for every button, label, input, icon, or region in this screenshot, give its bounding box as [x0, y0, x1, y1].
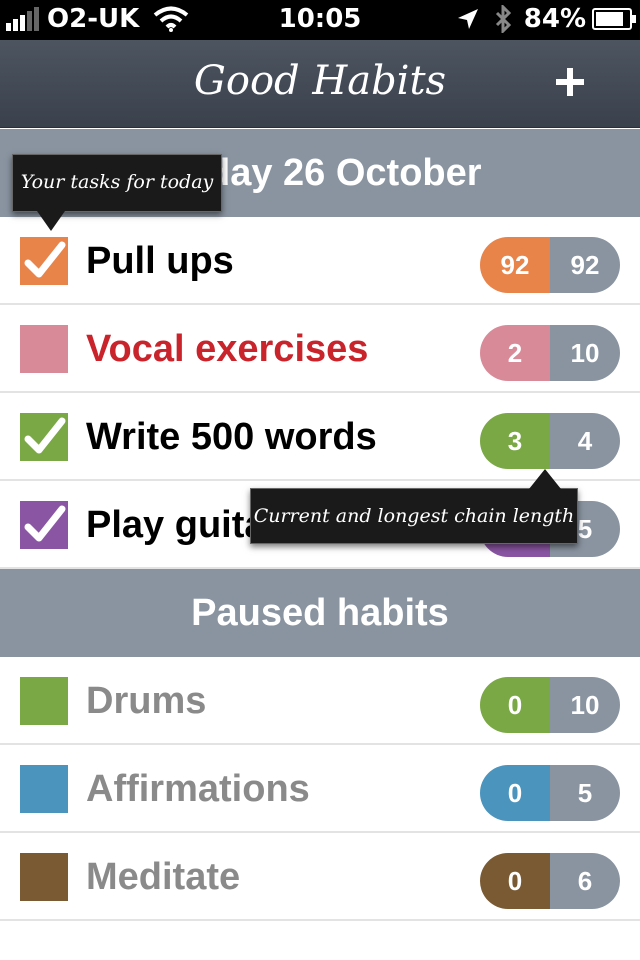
habit-row-meditate[interactable]: Meditate 0 6: [0, 833, 640, 921]
tooltip-text: Your tasks for today: [20, 171, 214, 193]
habit-row-drums[interactable]: Drums 0 10: [0, 657, 640, 745]
battery-icon: [592, 8, 636, 30]
habit-row-affirmations[interactable]: Affirmations 0 5: [0, 745, 640, 833]
longest-chain: 5: [550, 765, 620, 821]
chain-pill: 2 10: [480, 325, 620, 381]
longest-chain: 10: [550, 325, 620, 381]
chain-pill: 0 5: [480, 765, 620, 821]
longest-chain: 6: [550, 853, 620, 909]
tooltip-text: Current and longest chain length: [253, 505, 575, 527]
tooltip-arrow: [37, 211, 65, 231]
habit-name: Drums: [86, 680, 207, 722]
habit-color-swatch: [20, 677, 68, 725]
longest-chain: 92: [550, 237, 620, 293]
habit-name: Write 500 words: [86, 416, 377, 458]
add-habit-button[interactable]: [550, 62, 590, 102]
tooltip-today-tasks: Your tasks for today: [12, 154, 222, 231]
location-arrow-icon: [457, 9, 478, 29]
current-chain: 2: [480, 325, 550, 381]
status-right: 84%: [456, 4, 636, 34]
habit-name: Affirmations: [86, 768, 310, 810]
habit-name: Meditate: [86, 856, 241, 898]
habit-row-write-500-words[interactable]: Write 500 words 3 4: [0, 393, 640, 481]
current-chain: 92: [480, 237, 550, 293]
nav-bar: Good Habits: [0, 40, 640, 128]
checkmark-icon: [24, 505, 66, 542]
current-chain: 3: [480, 413, 550, 469]
tooltip-chain-length: Current and longest chain length: [250, 469, 578, 544]
chain-pill: 3 4: [480, 413, 620, 469]
habit-checkbox[interactable]: [20, 501, 68, 549]
current-chain: 0: [480, 853, 550, 909]
habit-color-swatch: [20, 853, 68, 901]
habit-checkbox[interactable]: [20, 237, 68, 285]
current-chain: 0: [480, 765, 550, 821]
checkmark-icon: [24, 417, 66, 454]
habit-name: Vocal exercises: [86, 328, 369, 370]
status-bar: O2-UK 10:05 84%: [0, 0, 640, 40]
chain-pill: 92 92: [480, 237, 620, 293]
battery-percent: 84%: [523, 4, 586, 34]
habit-row-vocal-exercises[interactable]: Vocal exercises 2 10: [0, 305, 640, 393]
app-title: Good Habits: [193, 58, 447, 104]
paused-habits-header: Paused habits: [0, 569, 640, 657]
habit-row-pull-ups[interactable]: Pull ups 92 92: [0, 217, 640, 305]
current-chain: 0: [480, 677, 550, 733]
chain-pill: 0 6: [480, 853, 620, 909]
checkmark-icon: [24, 241, 66, 278]
habit-color-swatch: [20, 765, 68, 813]
habit-name: Pull ups: [86, 240, 234, 282]
bluetooth-icon: [495, 5, 511, 33]
longest-chain: 10: [550, 677, 620, 733]
longest-chain: 4: [550, 413, 620, 469]
tooltip-arrow: [529, 469, 561, 489]
habit-checkbox[interactable]: [20, 413, 68, 461]
chain-pill: 0 10: [480, 677, 620, 733]
habit-checkbox[interactable]: [20, 325, 68, 373]
